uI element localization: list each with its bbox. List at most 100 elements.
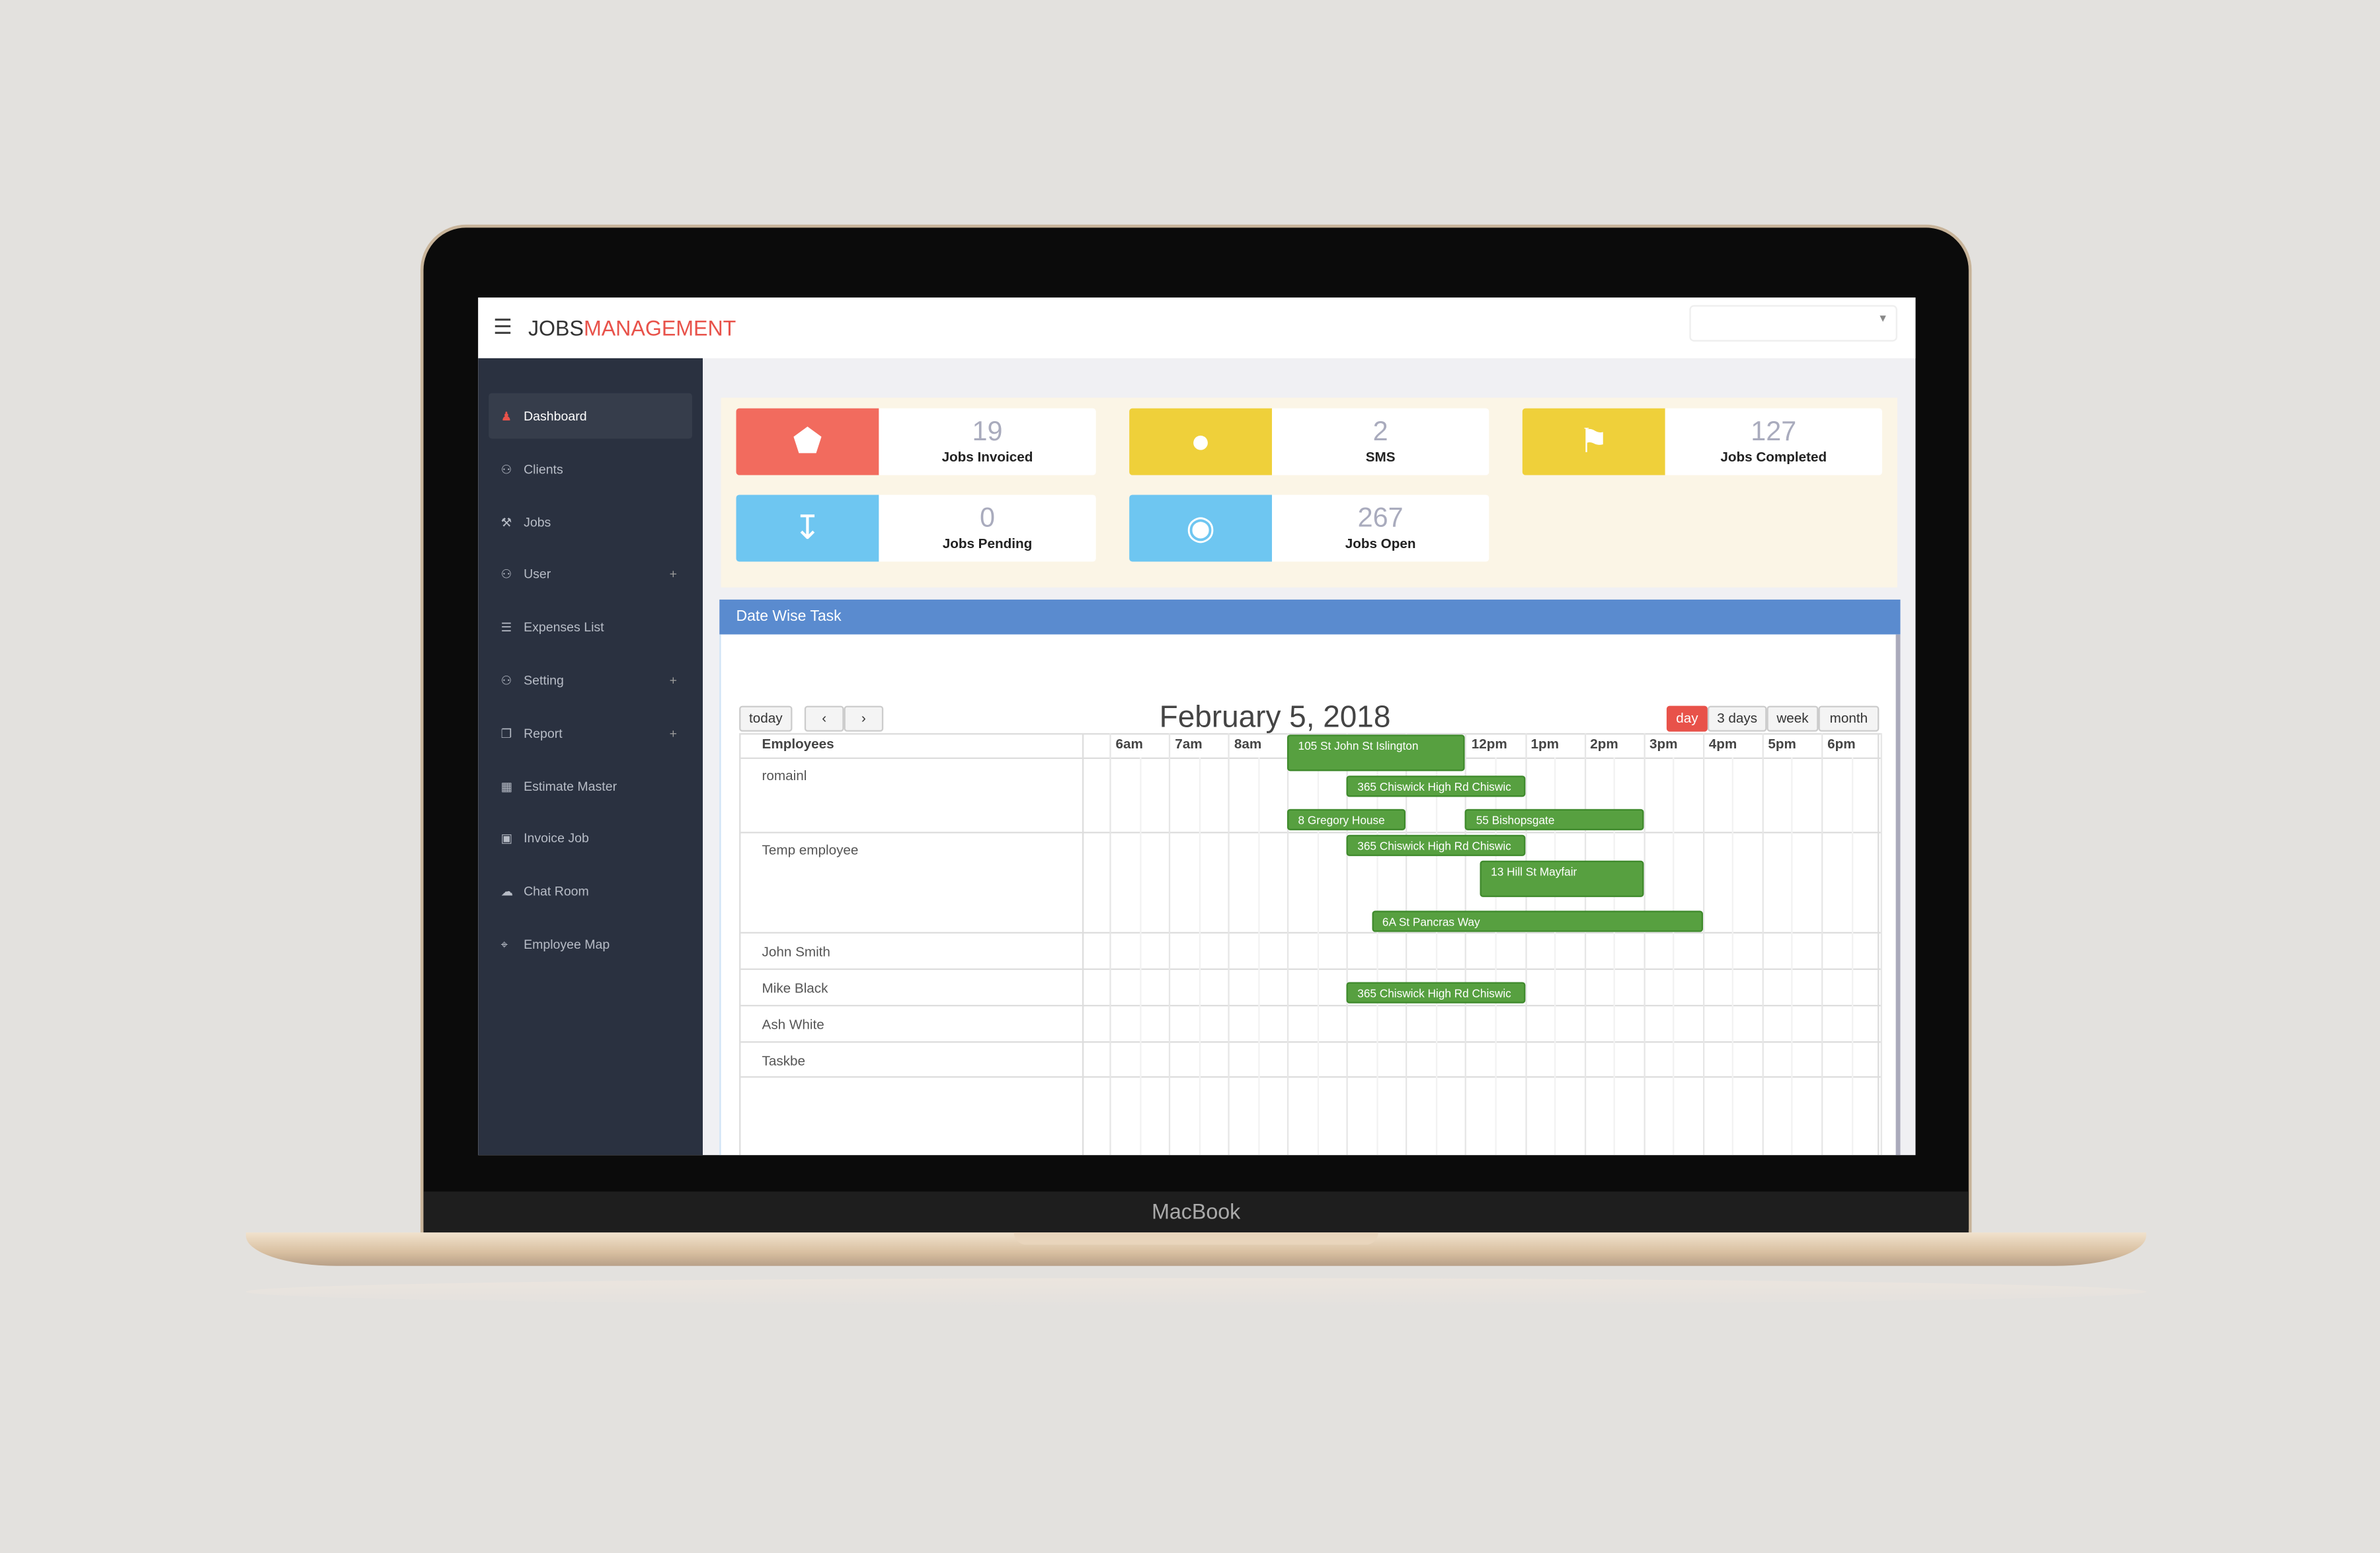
stat-card-jobs-completed[interactable]: ⚑ 127 Jobs Completed xyxy=(1522,408,1882,475)
laptop-reflection xyxy=(245,1278,2147,1306)
view-day-button[interactable]: day xyxy=(1666,705,1708,732)
event[interactable]: 13 Hill St Mayfair xyxy=(1480,860,1644,897)
event[interactable]: 6A St Pancras Way xyxy=(1371,910,1703,932)
calculator-icon: ▦ xyxy=(500,779,513,793)
half-hour-line xyxy=(1850,757,1853,1156)
hour-label: 1pm xyxy=(1530,736,1560,752)
row-divider xyxy=(740,832,1881,834)
comments-icon: ☁ xyxy=(500,885,514,899)
sidebar-item-label: User xyxy=(524,567,551,582)
sidebar-item-chat-room[interactable]: ☁ Chat Room xyxy=(489,869,692,914)
prev-button[interactable]: ‹ xyxy=(804,705,844,732)
sort-amount-down-icon: ↧ xyxy=(736,495,879,562)
expand-icon[interactable]: + xyxy=(670,657,677,703)
brand-part-2: MANAGEMENT xyxy=(583,315,736,340)
comment-icon: ● xyxy=(1129,408,1272,475)
next-button[interactable]: › xyxy=(844,705,884,732)
app-screen: ☰ JOBSMANAGEMENT ▼ ♟ Dashboard ⚇ Clients ⚒ Jo… xyxy=(478,297,1916,1156)
row-divider xyxy=(740,968,1881,971)
panel-title: Date Wise Task xyxy=(719,599,1901,635)
sidebar-item-setting[interactable]: ⚇ Setting + xyxy=(489,657,692,703)
resource-header: Employees xyxy=(762,736,834,752)
hour-label: 6am xyxy=(1115,736,1143,752)
top-header: ☰ JOBSMANAGEMENT ▼ xyxy=(478,297,1916,358)
today-button[interactable]: today xyxy=(739,705,793,732)
half-hour-line xyxy=(1673,757,1675,1156)
sidebar-item-label: Invoice Job xyxy=(524,830,589,846)
stat-card-jobs-open[interactable]: ◉ 267 Jobs Open xyxy=(1129,495,1489,562)
tags-icon: ⬟ xyxy=(736,408,879,475)
timeline-grid: Employees6am7am8am9am10am11am12pm1pm2pm3… xyxy=(739,733,1882,1156)
header-dropdown[interactable]: ▼ xyxy=(1689,305,1897,342)
sidebar-item-report[interactable]: ❐ Report + xyxy=(489,710,692,756)
event[interactable]: 365 Chiswick High Rd Chiswic xyxy=(1347,982,1525,1004)
stage: MacBook ☰ JOBSMANAGEMENT ▼ ♟ Dashboard ⚇ Cl… xyxy=(0,0,2380,1553)
laptop-notch xyxy=(1013,1232,1378,1245)
row-divider xyxy=(740,1041,1881,1043)
employee-name: Mike Black xyxy=(762,980,828,996)
calendar-title: February 5, 2018 xyxy=(1159,701,1391,735)
stat-card-jobs-invoiced[interactable]: ⬟ 19 Jobs Invoiced xyxy=(736,408,1096,475)
brand-logo[interactable]: JOBSMANAGEMENT xyxy=(528,316,736,340)
sidebar-item-label: Chat Room xyxy=(524,883,589,899)
sidebar-item-label: Report xyxy=(524,725,563,740)
hour-line xyxy=(1109,733,1111,1156)
sidebar-item-jobs[interactable]: ⚒ Jobs xyxy=(489,498,692,544)
sidebar-item-label: Clients xyxy=(524,461,563,477)
half-hour-line xyxy=(1257,757,1259,1156)
users-icon: ⚇ xyxy=(500,462,512,477)
hour-line xyxy=(1228,733,1230,1156)
stat-card-jobs-pending[interactable]: ↧ 0 Jobs Pending xyxy=(736,495,1096,562)
stat-label: Jobs Completed xyxy=(1720,449,1827,465)
wrench-icon: ⚒ xyxy=(500,515,512,530)
stats-panel: ⬟ 19 Jobs Invoiced ● 2 SMS ⚑ 127 Jobs Completed ↧… xyxy=(721,397,1897,588)
stat-label: Jobs Open xyxy=(1345,536,1416,551)
list-icon: ☰ xyxy=(500,621,512,635)
hour-label: 12pm xyxy=(1471,736,1507,752)
hour-line xyxy=(1880,733,1882,1156)
hamburger-icon[interactable]: ☰ xyxy=(493,316,512,337)
users-icon: ⚇ xyxy=(500,568,512,582)
half-hour-line xyxy=(1732,757,1734,1156)
expand-icon[interactable]: + xyxy=(670,710,677,756)
view-3-days-button[interactable]: 3 days xyxy=(1707,705,1767,732)
sidebar-item-label: Jobs xyxy=(524,514,551,530)
sidebar-item-dashboard[interactable]: ♟ Dashboard xyxy=(489,393,692,439)
row-divider xyxy=(740,932,1881,934)
half-hour-line xyxy=(1792,757,1794,1156)
sidebar-item-estimate-master[interactable]: ▦ Estimate Master xyxy=(489,763,692,809)
sidebar-item-invoice-job[interactable]: ▣ Invoice Job xyxy=(489,816,692,861)
sidebar-item-employee-map[interactable]: ⌖ Employee Map xyxy=(489,922,692,967)
sidebar-item-label: Dashboard xyxy=(524,408,587,424)
employee-name: Ash White xyxy=(762,1017,824,1033)
event[interactable]: 365 Chiswick High Rd Chiswic xyxy=(1347,834,1525,856)
flag-icon: ⚑ xyxy=(1522,408,1665,475)
event[interactable]: 55 Bishopsgate xyxy=(1465,809,1644,830)
stat-value: 19 xyxy=(972,416,1003,446)
event[interactable]: 365 Chiswick High Rd Chiswic xyxy=(1347,776,1525,797)
sidebar-item-label: Setting xyxy=(524,672,564,688)
row-divider xyxy=(740,1004,1881,1007)
chevron-down-icon: ▼ xyxy=(1878,314,1889,325)
stat-label: Jobs Invoiced xyxy=(941,449,1033,465)
hour-line xyxy=(1821,733,1823,1156)
stat-value: 267 xyxy=(1357,502,1404,533)
sidebar-item-expenses-list[interactable]: ☰ Expenses List xyxy=(489,604,692,650)
event[interactable]: 8 Gregory House xyxy=(1287,809,1406,830)
sidebar-item-user[interactable]: ⚇ User + xyxy=(489,551,692,597)
event[interactable]: 105 St John St Islington xyxy=(1287,735,1466,772)
employee-name: Temp employee xyxy=(762,842,859,858)
expand-icon[interactable]: + xyxy=(670,551,677,597)
sidebar-item-clients[interactable]: ⚇ Clients xyxy=(489,446,692,492)
user-icon: ♟ xyxy=(500,409,512,424)
row-divider xyxy=(740,1076,1881,1078)
stat-card-sms[interactable]: ● 2 SMS xyxy=(1129,408,1489,475)
view-week-button[interactable]: week xyxy=(1766,705,1819,732)
map-marker-icon: ⌖ xyxy=(500,937,508,952)
brand-part-1: JOBS xyxy=(528,315,584,340)
hour-label: 8am xyxy=(1234,736,1262,752)
view-month-button[interactable]: month xyxy=(1818,705,1880,732)
hour-line xyxy=(1169,733,1171,1156)
users-icon: ⚇ xyxy=(500,674,512,688)
stat-label: SMS xyxy=(1365,449,1396,465)
